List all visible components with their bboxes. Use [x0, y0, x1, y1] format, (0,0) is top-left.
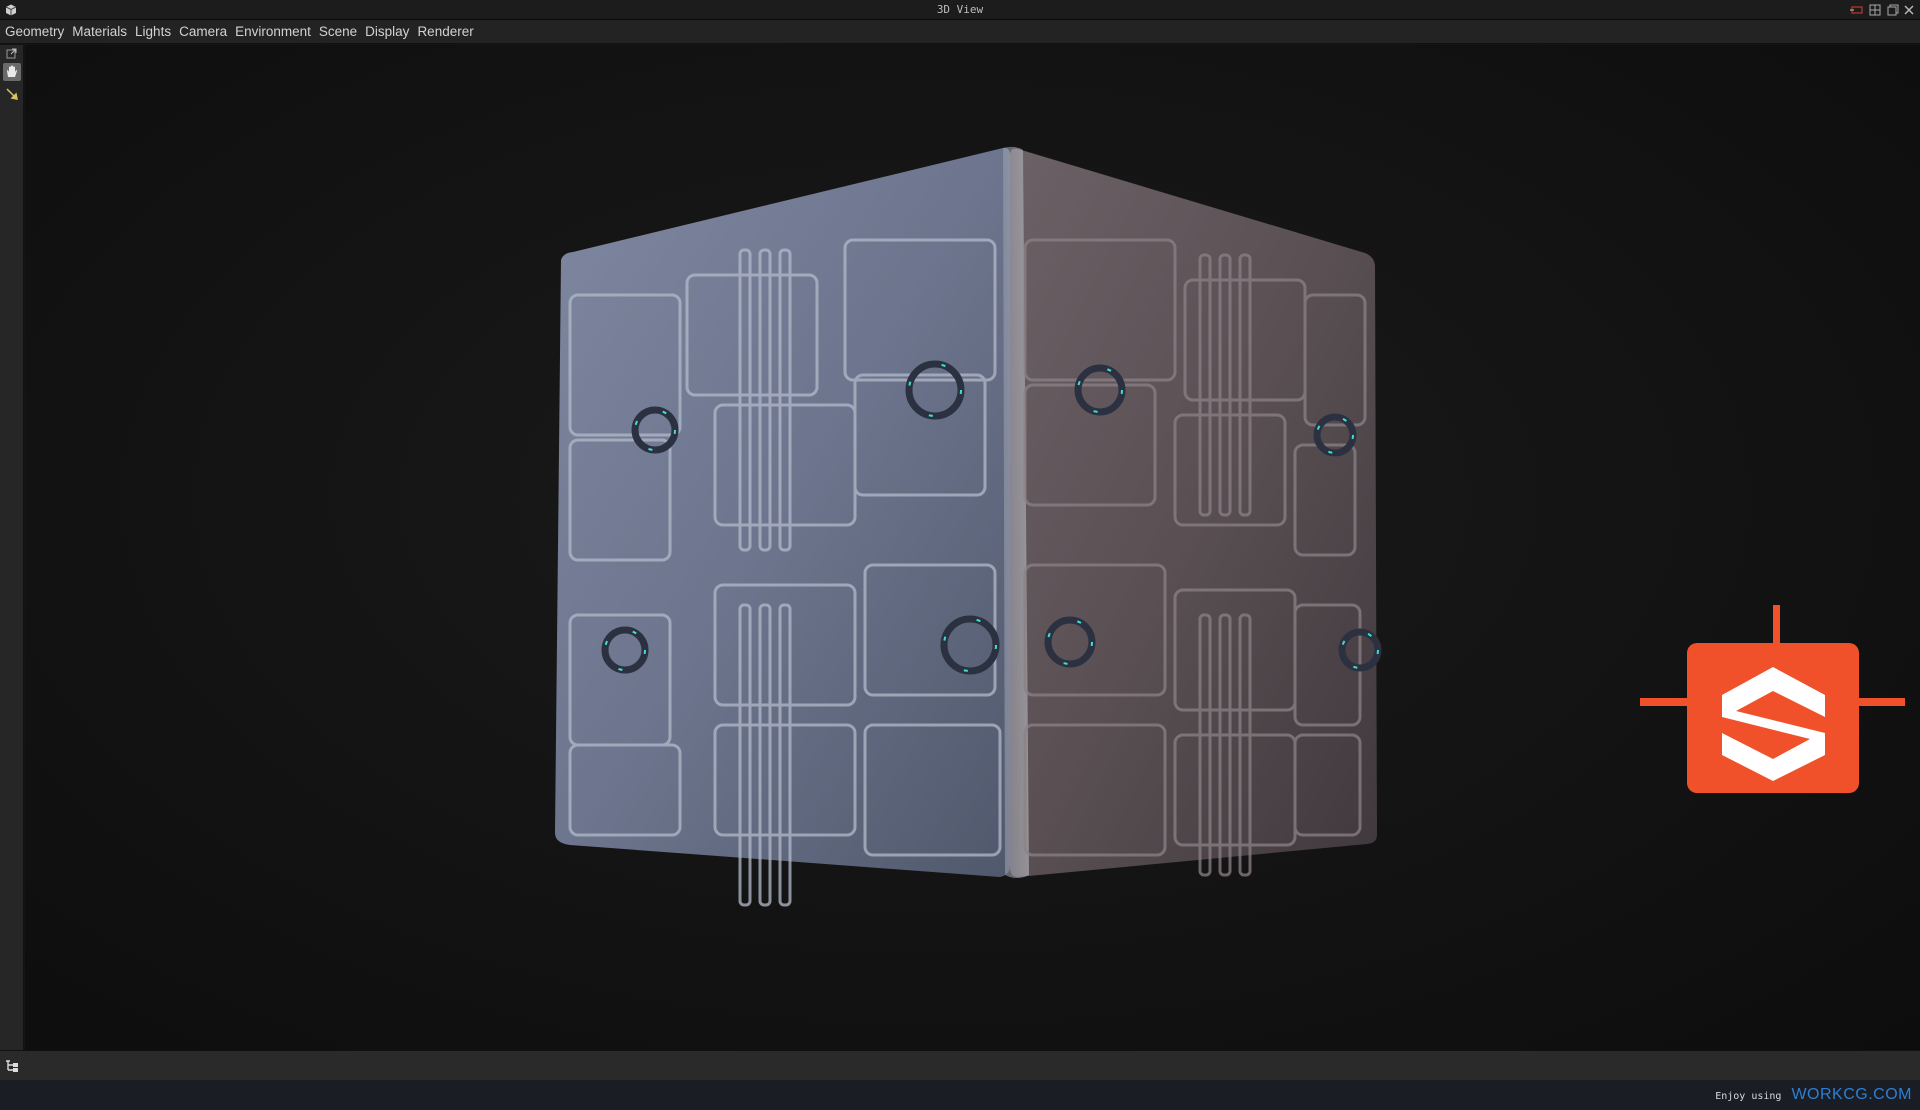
menu-materials[interactable]: Materials [72, 23, 127, 40]
menu-lights[interactable]: Lights [135, 23, 171, 40]
3d-viewport[interactable] [25, 45, 1920, 1050]
bottom-toolbar [0, 1050, 1920, 1080]
pick-icon[interactable] [3, 85, 21, 103]
scene-tree-icon[interactable] [4, 1058, 20, 1074]
status-bar: Enjoy using WORKCG.COM [0, 1080, 1920, 1110]
window-title: 3D View [936, 3, 984, 16]
menu-display[interactable]: Display [365, 23, 409, 40]
viewport-toolbar [0, 45, 24, 1050]
title-bar: 3D View [0, 0, 1920, 20]
tile-icon[interactable] [1867, 2, 1883, 18]
restore-icon[interactable] [1885, 2, 1901, 18]
menu-geometry[interactable]: Geometry [5, 23, 64, 40]
menu-bar: Geometry Materials Lights Camera Environ… [0, 20, 1920, 44]
watermark-prefix: Enjoy using [1715, 1091, 1782, 1102]
close-icon[interactable] [1901, 2, 1917, 18]
hand-icon[interactable] [3, 63, 21, 81]
watermark: Enjoy using WORKCG.COM [1715, 1086, 1912, 1104]
pin-icon[interactable] [1849, 2, 1865, 18]
menu-environment[interactable]: Environment [235, 23, 311, 40]
menu-renderer[interactable]: Renderer [417, 23, 473, 40]
menu-scene[interactable]: Scene [319, 23, 357, 40]
substance-logo [1640, 605, 1905, 793]
cube-model[interactable] [25, 45, 1920, 1050]
menu-camera[interactable]: Camera [179, 23, 227, 40]
watermark-site[interactable]: WORKCG.COM [1791, 1086, 1912, 1104]
